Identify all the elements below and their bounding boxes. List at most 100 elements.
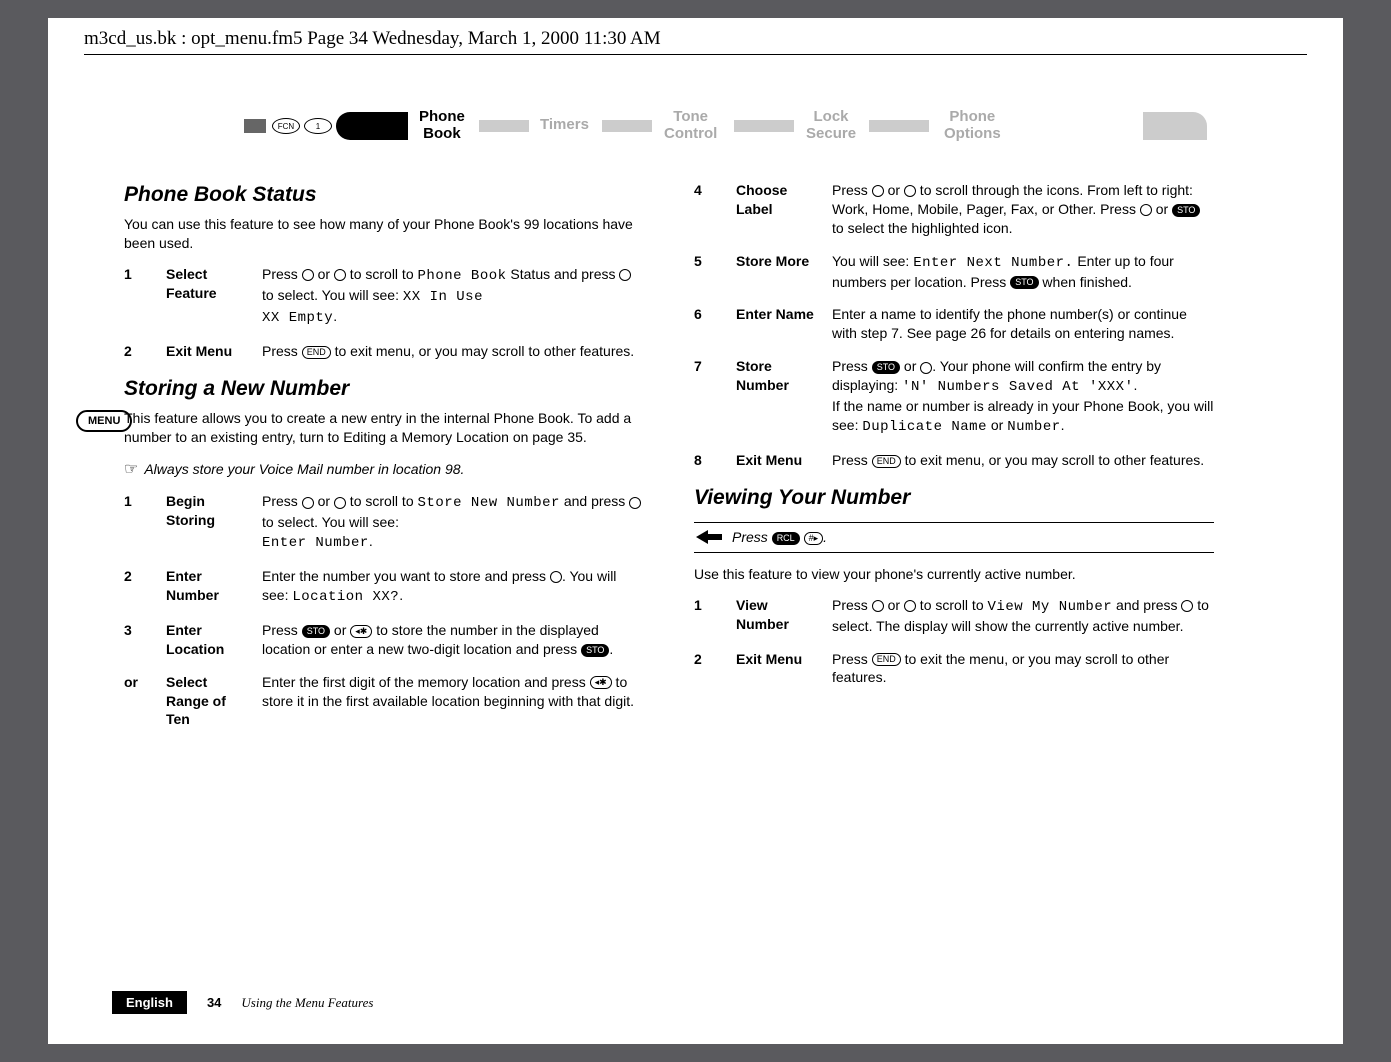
scroll-down-icon	[334, 269, 346, 281]
page-number: 34	[207, 995, 221, 1010]
sto-key-icon: STO	[581, 644, 609, 657]
right-column: 4 Choose Label Press or to scroll throug…	[694, 181, 1214, 743]
nav-connector	[479, 120, 529, 132]
section-intro: Use this feature to view your phone's cu…	[694, 565, 1214, 584]
section-title-storing-new-number: Storing a New Number	[124, 375, 644, 403]
sto-key-icon: STO	[872, 361, 900, 374]
step-row: 2 Enter Number Enter the number you want…	[124, 567, 644, 607]
step-row: 1 View Number Press or to scroll to View…	[694, 596, 1214, 636]
step-number: 2	[124, 567, 148, 607]
step-label: Select Feature	[166, 265, 244, 328]
step-body: Press or to scroll to View My Number and…	[832, 596, 1214, 636]
shortcut-bar: Press RCL #▸.	[694, 522, 1214, 553]
step-row: 1 Select Feature Press or to scroll to P…	[124, 265, 644, 328]
step-row: 5 Store More You will see: Enter Next Nu…	[694, 252, 1214, 292]
scroll-down-icon	[334, 497, 346, 509]
step-label: View Number	[736, 596, 814, 636]
nav-lock-secure: Lock Secure	[806, 109, 856, 142]
step-label: Exit Menu	[166, 342, 244, 361]
step-body: Enter a name to identify the phone numbe…	[832, 305, 1214, 343]
step-number: 1	[124, 492, 148, 553]
left-column: Phone Book Status You can use this featu…	[124, 181, 644, 743]
step-label: Enter Number	[166, 567, 244, 607]
nav-connector	[869, 120, 929, 132]
section-title-viewing-your-number: Viewing Your Number	[694, 484, 1214, 512]
step-number: 1	[694, 596, 718, 636]
note-pointer-icon: ☞	[124, 461, 138, 478]
scroll-up-icon	[872, 600, 884, 612]
step-label: Choose Label	[736, 181, 814, 238]
step-row: 4 Choose Label Press or to scroll throug…	[694, 181, 1214, 238]
breadcrumb-bar: FCN 1 Phone Book Timers Tone Control Loc…	[244, 95, 1307, 155]
step-label: Select Range of Ten	[166, 673, 244, 730]
step-label: Exit Menu	[736, 451, 814, 470]
step-row: 7 Store Number Press STO or . Your phone…	[694, 357, 1214, 437]
step-body: Press or to scroll through the icons. Fr…	[832, 181, 1214, 238]
breadcrumb-wrap-top	[1143, 112, 1207, 140]
page-footer: English 34 Using the Menu Features	[112, 991, 373, 1014]
step-number: 5	[694, 252, 718, 292]
step-row: 2 Exit Menu Press END to exit the menu, …	[694, 650, 1214, 688]
nav-timers: Timers	[540, 117, 589, 134]
scroll-up-icon	[302, 269, 314, 281]
section-title-phone-book-status: Phone Book Status	[124, 181, 644, 209]
step-number: 3	[124, 621, 148, 659]
scroll-down-icon	[904, 185, 916, 197]
menu-badge: MENU	[76, 410, 132, 432]
language-badge: English	[112, 991, 187, 1014]
sto-key-icon: STO	[1010, 276, 1038, 289]
select-icon	[629, 497, 641, 509]
end-key-icon: END	[302, 346, 331, 359]
end-key-icon: END	[872, 455, 901, 468]
step-row: or Select Range of Ten Enter the first d…	[124, 673, 644, 730]
step-label: Exit Menu	[736, 650, 814, 688]
nav-connector	[734, 120, 794, 132]
step-body: Enter the first digit of the memory loca…	[262, 673, 644, 730]
step-body: Press STO or ◂✱ to store the number in t…	[262, 621, 644, 659]
step-number: 2	[124, 342, 148, 361]
sto-key-icon: STO	[302, 625, 330, 638]
star-key-icon: ◂✱	[590, 676, 612, 689]
step-number: 2	[694, 650, 718, 688]
select-icon	[1181, 600, 1193, 612]
step-row: 2 Exit Menu Press END to exit menu, or y…	[124, 342, 644, 361]
step-number: or	[124, 673, 148, 730]
step-row: 8 Exit Menu Press END to exit menu, or y…	[694, 451, 1214, 470]
fcn-key-icon: FCN	[272, 118, 300, 134]
framemaker-header: m3cd_us.bk : opt_menu.fm5 Page 34 Wednes…	[84, 18, 1307, 54]
page-title: Using the Menu Features	[241, 995, 373, 1011]
step-body: Press END to exit menu, or you may scrol…	[832, 451, 1214, 470]
star-key-icon: ◂✱	[350, 625, 372, 638]
select-icon	[920, 362, 932, 374]
scroll-up-icon	[302, 497, 314, 509]
step-body: You will see: Enter Next Number. Enter u…	[832, 252, 1214, 292]
step-number: 6	[694, 305, 718, 343]
sto-key-icon: STO	[1172, 204, 1200, 217]
section-intro: You can use this feature to see how many…	[124, 215, 644, 253]
scroll-up-icon	[872, 185, 884, 197]
step-label: Store More	[736, 252, 814, 292]
step-number: 4	[694, 181, 718, 238]
select-icon	[550, 571, 562, 583]
shortcut-arrow-icon	[696, 530, 722, 544]
step-label: Enter Name	[736, 305, 814, 343]
step-number: 7	[694, 357, 718, 437]
nav-phone-book: Phone Book	[419, 109, 465, 142]
step-body: Press END to exit menu, or you may scrol…	[262, 342, 644, 361]
header-rule	[84, 54, 1307, 55]
step-body: Enter the number you want to store and p…	[262, 567, 644, 607]
hash-key-icon: #▸	[804, 532, 824, 545]
step-body: Press END to exit the menu, or you may s…	[832, 650, 1214, 688]
step-row: 1 Begin Storing Press or to scroll to St…	[124, 492, 644, 553]
step-body: Press or to scroll to Store New Number a…	[262, 492, 644, 553]
step-body: Press STO or . Your phone will confirm t…	[832, 357, 1214, 437]
step-label: Store Number	[736, 357, 814, 437]
step-number: 1	[124, 265, 148, 328]
select-icon	[619, 269, 631, 281]
scroll-down-icon	[904, 600, 916, 612]
breadcrumb-start-cap	[244, 119, 266, 133]
step-label: Enter Location	[166, 621, 244, 659]
step-row: 3 Enter Location Press STO or ◂✱ to stor…	[124, 621, 644, 659]
one-key-icon: 1	[304, 118, 332, 134]
rcl-key-icon: RCL	[772, 532, 800, 545]
